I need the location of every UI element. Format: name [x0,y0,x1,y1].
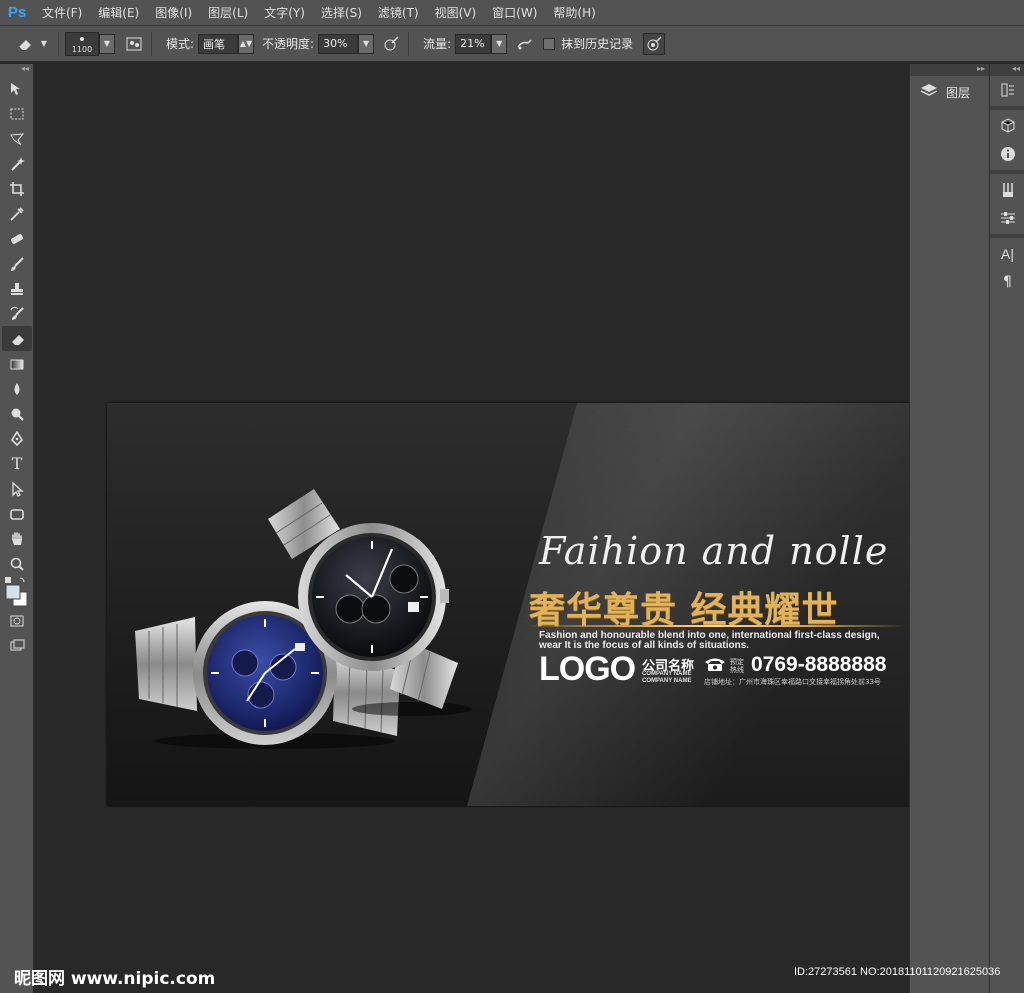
menu-layer[interactable]: 图层(L) [200,0,256,26]
info-panel-icon[interactable] [990,140,1024,168]
move-tool-icon[interactable] [2,76,32,101]
marquee-tool-icon[interactable] [2,101,32,126]
toolbar-collapse-icon[interactable]: ◂◂ [0,64,33,76]
photoshop-logo[interactable]: Ps [0,0,34,26]
menu-edit[interactable]: 编辑(E) [90,0,147,26]
crop-tool-icon[interactable] [2,176,32,201]
path-selection-tool-icon[interactable] [2,476,32,501]
hand-tool-icon[interactable] [2,526,32,551]
dock-divider [990,170,1024,174]
english-tagline: Fashion and honourable blend into one, i… [539,630,880,651]
blur-tool-icon[interactable] [2,376,32,401]
eraser-tool-preset-icon[interactable] [14,33,36,55]
layers-panel-tab[interactable]: 图层 [910,76,989,108]
phone-number: 0769-8888888 [751,653,887,676]
menu-help[interactable]: 帮助(H) [545,0,603,26]
options-bar: ▼ 1100 ▼ 模式: 画笔 ▲▼ 不透明度: 30% ▼ 流量: 21% ▼… [0,26,1024,62]
erase-to-history-label: 抹到历史记录 [561,37,634,51]
brush-size-picker[interactable]: 1100 [65,31,99,56]
menu-type[interactable]: 文字(Y) [256,0,313,26]
pressure-size-icon[interactable] [643,32,666,55]
pen-tool-icon[interactable] [2,426,32,451]
brush-dropdown-icon[interactable]: ▼ [99,33,115,54]
layers-panel-label: 图层 [946,85,971,100]
mode-select[interactable]: 画笔 [198,33,239,54]
divider [408,31,410,56]
opacity-input[interactable]: 30% [318,33,359,54]
menu-image[interactable]: 图像(I) [147,0,200,26]
tool-preset-dropdown-icon[interactable]: ▼ [36,34,52,54]
menu-bar: Ps 文件(F) 编辑(E) 图像(I) 图层(L) 文字(Y) 选择(S) 滤… [0,0,1024,26]
black-watch-image [268,489,472,716]
erase-to-history-checkbox[interactable] [543,37,556,50]
paragraph-panel-icon[interactable]: ¶ [990,268,1024,296]
menu-filter[interactable]: 滤镜(T) [370,0,427,26]
flow-label: 流量: [423,37,452,51]
shop-address: 店铺地址：广州市海珠区幸福路口交接幸福拐角处前33号 [704,678,881,686]
brush-size-value: 1100 [71,44,93,54]
airbrush-icon[interactable] [513,33,535,55]
company-sub-line-1: COMPANY NAME [642,671,692,677]
rectangle-tool-icon[interactable] [2,501,32,526]
history-brush-tool-icon[interactable] [2,301,32,326]
character-panel-icon[interactable]: A| [990,240,1024,268]
opacity-label: 不透明度: [262,37,315,51]
gold-divider [527,625,907,627]
gradient-tool-icon[interactable] [2,351,32,376]
dock-divider [990,234,1024,238]
lasso-tool-icon[interactable] [2,126,32,151]
type-tool-icon[interactable]: T [2,451,32,476]
brush-panel-toggle-icon[interactable] [123,33,145,55]
eyedropper-tool-icon[interactable] [2,201,32,226]
divider [58,31,59,56]
brush-tool-icon[interactable] [2,251,32,276]
color-swatches[interactable] [2,576,32,608]
adjustments-icon[interactable] [990,204,1024,232]
flow-dropdown-icon[interactable]: ▼ [491,33,508,54]
dock-collapse-icon[interactable]: ◂◂ [990,64,1024,76]
image-id-watermark: ID:27273561 NO:20181101120921625036 [794,966,1001,978]
clone-stamp-tool-icon[interactable] [2,276,32,301]
mode-dropdown-icon[interactable]: ▲▼ [238,33,255,54]
zoom-tool-icon[interactable] [2,551,32,576]
script-title: Faihion and nolle [539,529,889,573]
telephone-icon [705,658,725,671]
menu-select[interactable]: 选择(S) [313,0,370,26]
brush-tip-icon [80,36,84,41]
company-sub-line-2: COMPANY NAME [642,678,692,684]
brush-presets-icon[interactable] [990,176,1024,204]
menu-window[interactable]: 窗口(W) [484,0,545,26]
document-canvas[interactable]: Faihion and nolle 奢华尊贵 经典耀世 Fashion and … [107,403,912,806]
divider [151,31,152,56]
phone-label: 预定 热线 [730,658,744,674]
history-panel-icon[interactable] [990,76,1024,104]
nipic-watermark: 昵图网 www.nipic.com [14,969,216,989]
pressure-opacity-icon[interactable] [380,33,402,55]
layers-icon [920,83,938,101]
menu-view[interactable]: 视图(V) [427,0,485,26]
flow-input[interactable]: 21% [455,33,492,54]
dock-divider [990,106,1024,110]
quick-mask-icon[interactable] [2,608,32,633]
opacity-dropdown-icon[interactable]: ▼ [358,33,375,54]
magic-wand-tool-icon[interactable] [2,151,32,176]
phone-label-line-2: 热线 [730,666,744,674]
eraser-tool-icon[interactable] [2,326,32,351]
phone-label-line-1: 预定 [730,658,744,666]
icon-dock: ◂◂ A| ¶ [989,64,1024,993]
layers-panel-dock: ▸▸ 图层 [909,64,989,993]
panel-expand-icon[interactable]: ▸▸ [910,64,989,76]
tools-panel: ◂◂ T [0,64,34,993]
mode-label: 模式: [166,37,195,51]
logo-placeholder: LOGO [539,650,636,688]
screen-mode-icon[interactable] [2,633,32,658]
dodge-tool-icon[interactable] [2,401,32,426]
company-name-en: COMPANY NAME COMPANY NAME [642,671,691,685]
healing-brush-tool-icon[interactable] [2,226,32,251]
canvas-area[interactable]: Faihion and nolle 奢华尊贵 经典耀世 Fashion and … [35,64,912,993]
3d-panel-icon[interactable] [990,112,1024,140]
menu-file[interactable]: 文件(F) [34,0,90,26]
